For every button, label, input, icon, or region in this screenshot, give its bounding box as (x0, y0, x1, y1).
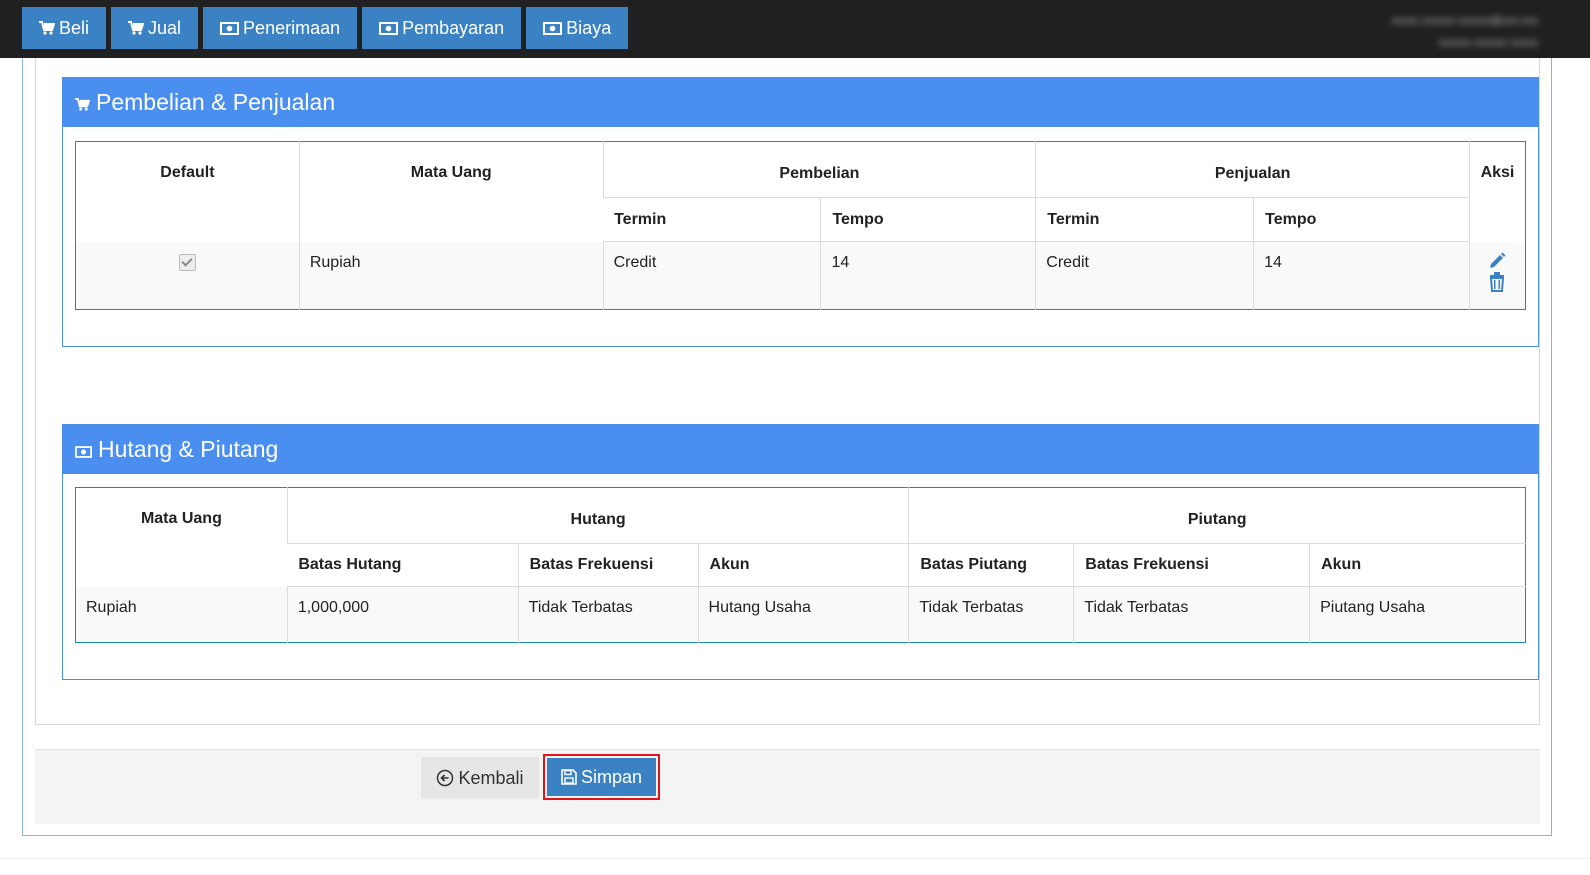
cell-batas-piutang: Tidak Terbatas (908, 586, 1074, 643)
top-nav-buttons: Beli Jual Penerimaan Pembayaran Biaya (22, 7, 629, 49)
cart-icon (39, 21, 55, 35)
user-info[interactable]: xxxxx xxxxxx xxxxxx@xxx.xxx xxxxxx xxxxx… (1358, 10, 1538, 54)
cell-pembelian-tempo: 14 (820, 241, 1036, 310)
nav-beli-button[interactable]: Beli (22, 7, 107, 49)
default-checkbox[interactable] (178, 253, 196, 271)
nav-pembayaran-label: Pembayaran (402, 17, 505, 38)
save-button[interactable]: Simpan (543, 754, 660, 800)
money-icon (379, 21, 399, 35)
floppy-disk-icon (561, 769, 577, 785)
col-mata-uang: Mata Uang (298, 141, 604, 242)
cart-icon (75, 98, 90, 111)
back-button[interactable]: Kembali (421, 757, 539, 799)
cell-piutang-batas-frekuensi: Tidak Terbatas (1073, 586, 1310, 643)
top-navbar: Beli Jual Penerimaan Pembayaran Biaya xx… (0, 0, 1590, 58)
col-hutang-akun: Akun (697, 543, 909, 587)
col-default: Default (160, 164, 215, 181)
col-pembelian-tempo: Tempo (820, 197, 1036, 242)
table-row: Rupiah 1,000,000 Tidak Terbatas Hutang U… (75, 586, 1526, 643)
col-penjualan-termin: Termin (1035, 197, 1254, 242)
col-piutang: Piutang (908, 487, 1526, 544)
pembelian-panel-title: Pembelian & Penjualan (96, 89, 336, 115)
nav-penerimaan-button[interactable]: Penerimaan (203, 7, 358, 49)
pembelian-penjualan-panel: Pembelian & Penjualan Default Mata Uang … (62, 77, 1539, 347)
col-penjualan: Penjualan (1035, 141, 1470, 198)
col-piutang-batas-frekuensi: Batas Frekuensi (1073, 543, 1310, 587)
col-batas-hutang: Batas Hutang (287, 543, 519, 587)
cart-icon (128, 21, 145, 35)
cell-pembelian-termin: Credit (602, 241, 821, 310)
col-pembelian: Pembelian (602, 141, 1036, 198)
col-hutang-batas-frekuensi: Batas Frekuensi (517, 543, 699, 587)
delete-icon[interactable] (1470, 271, 1525, 297)
cell-piutang-akun: Piutang Usaha (1309, 586, 1526, 643)
pembelian-table: Default Mata Uang Pembelian Penjualan Ak… (75, 141, 1526, 310)
col-batas-piutang: Batas Piutang (908, 543, 1074, 587)
user-info-line1: xxxxx xxxxxx xxxxxx@xxx.xxx (1391, 15, 1538, 27)
form-body: Pembelian & Penjualan Default Mata Uang … (35, 58, 1540, 725)
pembelian-panel-header: Pembelian & Penjualan (63, 78, 1538, 127)
user-info-line2: xxxxxx xxxxxx xxxxx (1438, 37, 1538, 49)
page-bottom-divider (0, 858, 1590, 859)
cell-batas-hutang: 1,000,000 (286, 586, 519, 643)
form-container: Pembelian & Penjualan Default Mata Uang … (22, 58, 1552, 836)
col-hutang: Hutang (286, 487, 909, 544)
table-row: Rupiah Credit 14 Credit 14 (75, 241, 1526, 310)
hutang-panel-header: Hutang & Piutang (63, 425, 1538, 474)
back-button-label: Kembali (458, 767, 524, 788)
nav-penerimaan-label: Penerimaan (243, 17, 341, 38)
edit-icon[interactable] (1470, 252, 1525, 272)
col-pembelian-termin: Termin (603, 197, 821, 242)
cell-hutang-batas-frekuensi: Tidak Terbatas (517, 586, 699, 643)
money-icon (220, 21, 240, 35)
hutang-piutang-panel: Hutang & Piutang Mata Uang Hutang Piutan… (62, 424, 1539, 680)
col-piutang-akun: Akun (1309, 543, 1526, 587)
arrow-left-circle-icon (437, 769, 454, 787)
cell-default (75, 241, 300, 310)
nav-beli-label: Beli (59, 17, 90, 38)
money-icon (75, 445, 92, 458)
cell-mata-uang: Rupiah (298, 241, 604, 310)
col-penjualan-tempo: Tempo (1253, 197, 1470, 242)
nav-jual-button[interactable]: Jual (111, 7, 199, 49)
cell-mata-uang: Rupiah (75, 586, 288, 643)
nav-pembayaran-button[interactable]: Pembayaran (362, 7, 522, 49)
save-button-label: Simpan (580, 766, 643, 787)
nav-biaya-label: Biaya (566, 17, 612, 38)
money-icon (543, 21, 563, 35)
cell-aksi (1468, 241, 1526, 310)
col-aksi: Aksi (1468, 141, 1526, 242)
cell-hutang-akun: Hutang Usaha (697, 586, 909, 643)
nav-jual-label: Jual (148, 17, 182, 38)
page-scrollbar[interactable] (1568, 58, 1590, 875)
form-footer: Kembali Simpan (35, 749, 1540, 824)
col-mata-uang: Mata Uang (140, 510, 222, 527)
hutang-panel-title: Hutang & Piutang (98, 436, 279, 462)
cell-penjualan-termin: Credit (1035, 241, 1254, 310)
cell-penjualan-tempo: 14 (1253, 241, 1470, 310)
hutang-table: Mata Uang Hutang Piutang Batas Hutang Ba… (75, 487, 1526, 643)
nav-biaya-button[interactable]: Biaya (526, 7, 629, 49)
